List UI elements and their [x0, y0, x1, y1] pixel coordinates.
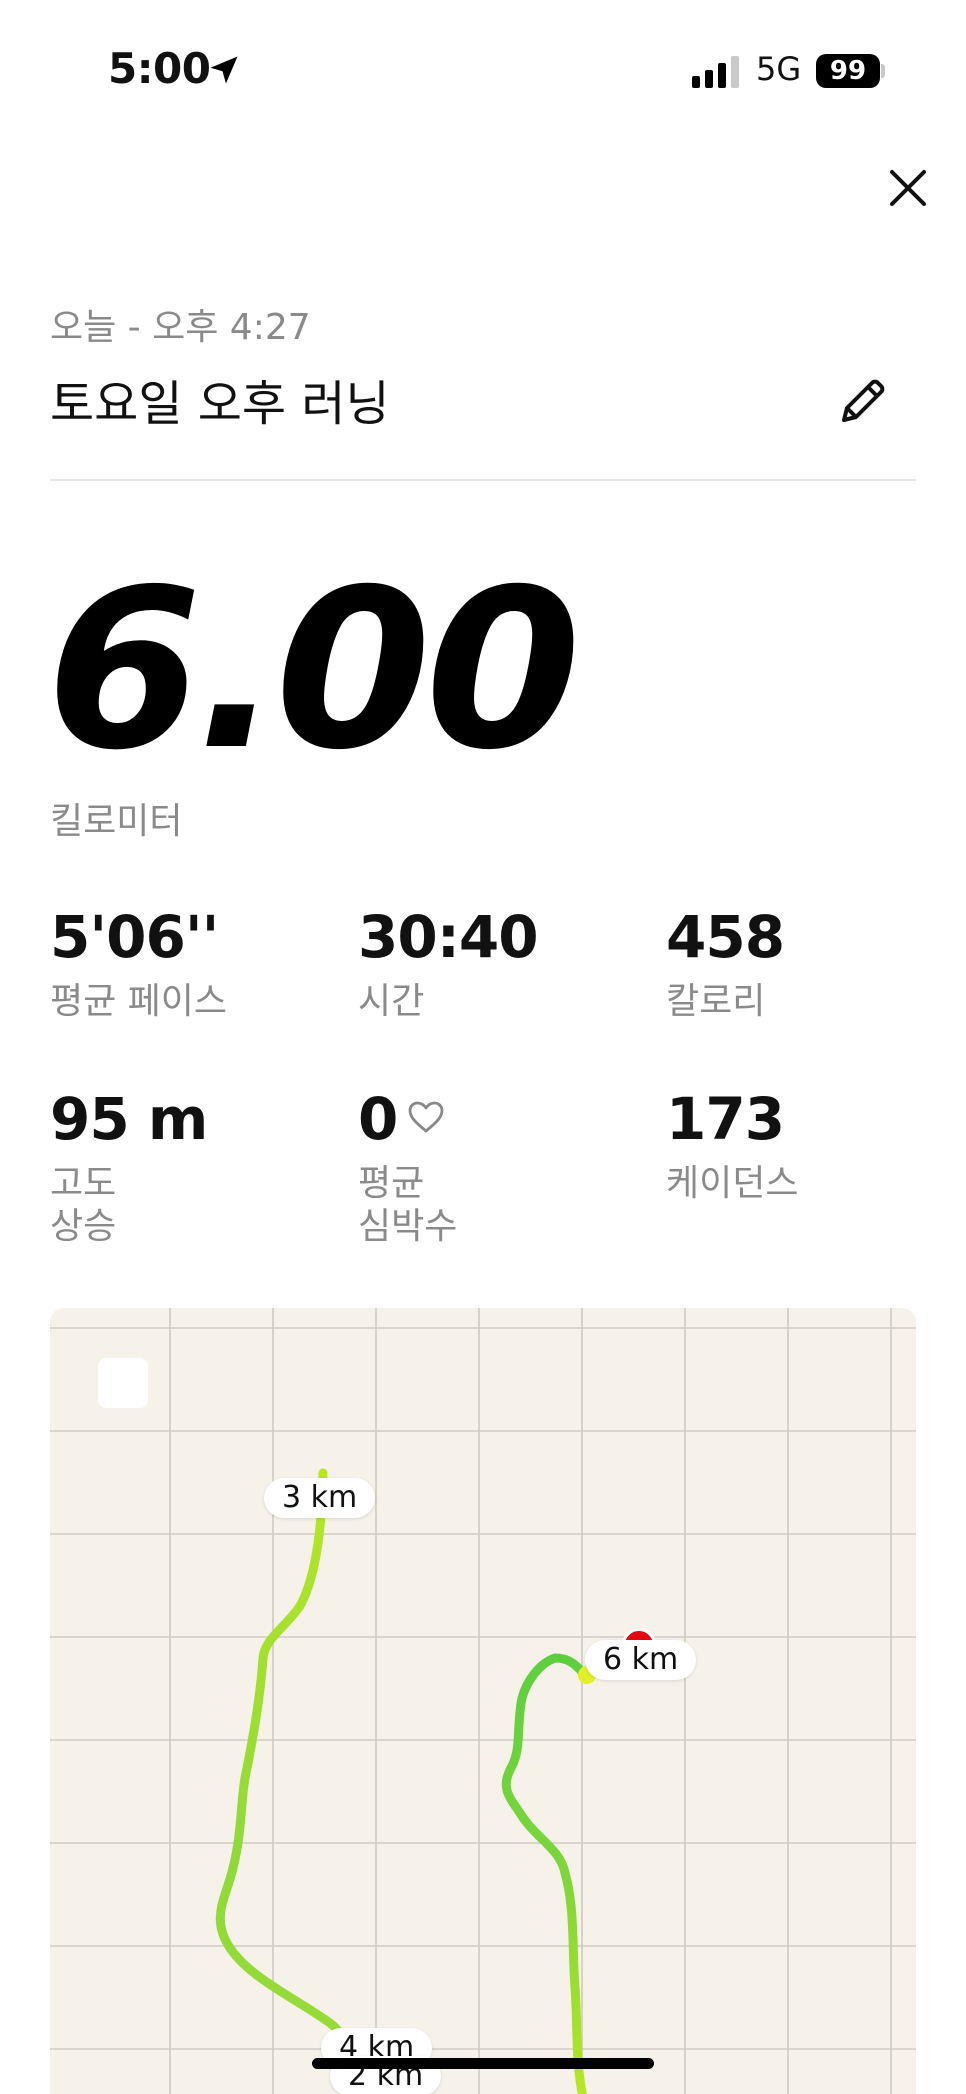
stat-calories: 458 칼로리 [666, 908, 966, 1023]
header-divider [50, 479, 916, 481]
home-indicator[interactable] [312, 2058, 654, 2069]
heart-outline-icon [408, 1101, 444, 1133]
distance-unit: 킬로미터 [50, 801, 183, 842]
stat-label: 시간 [358, 981, 425, 1022]
close-button[interactable] [880, 160, 936, 216]
stat-value: 5'06'' [50, 903, 219, 971]
stat-value: 95 m [50, 1085, 208, 1153]
stat-value: 30:40 [358, 903, 539, 971]
stat-cadence: 173 케이던스 [666, 1090, 966, 1205]
stat-avg-pace: 5'06'' 평균 페이스 [50, 908, 350, 1023]
stat-label: 평균 페이스 [50, 981, 228, 1022]
close-icon [890, 170, 926, 206]
stat-label: 평균 심박수 [358, 1163, 458, 1248]
stat-label: 고도 상승 [50, 1163, 117, 1248]
activity-date: 오늘 - 오후 4:27 [50, 307, 311, 348]
stat-label: 칼로리 [666, 981, 766, 1022]
stat-value-row: 0 [358, 1090, 658, 1148]
route-path-west [215, 1468, 363, 2094]
battery-tip [881, 64, 885, 78]
stat-elevation-gain: 95 m 고도 상승 [50, 1090, 350, 1248]
pencil-icon [842, 379, 885, 422]
stat-value: 173 [666, 1085, 785, 1153]
status-time: 5:00 [108, 44, 211, 93]
stat-label: 케이던스 [666, 1163, 799, 1204]
stat-value: 0 [358, 1085, 398, 1153]
km-marker: 3 km [264, 1478, 376, 1518]
stat-avg-heart-rate: 0 평균 심박수 [358, 1090, 658, 1248]
map-grid [50, 1308, 916, 2094]
map-layer-toggle[interactable] [98, 1358, 148, 1408]
network-label: 5G [756, 50, 802, 88]
route-map[interactable]: 3 km 6 km 4 km 2 km [50, 1308, 916, 2094]
location-arrow-icon [210, 56, 238, 84]
edit-title-button[interactable] [832, 372, 892, 432]
activity-title: 토요일 오후 러닝 [50, 376, 390, 432]
route-path-east [501, 1653, 588, 2094]
signal-bars-icon [692, 56, 739, 88]
battery-icon: 99 [816, 54, 880, 88]
stat-value: 458 [666, 903, 785, 971]
km-marker: 6 km [585, 1640, 697, 1680]
stat-duration: 30:40 시간 [358, 908, 658, 1023]
distance-value: 6.00 [46, 542, 581, 798]
